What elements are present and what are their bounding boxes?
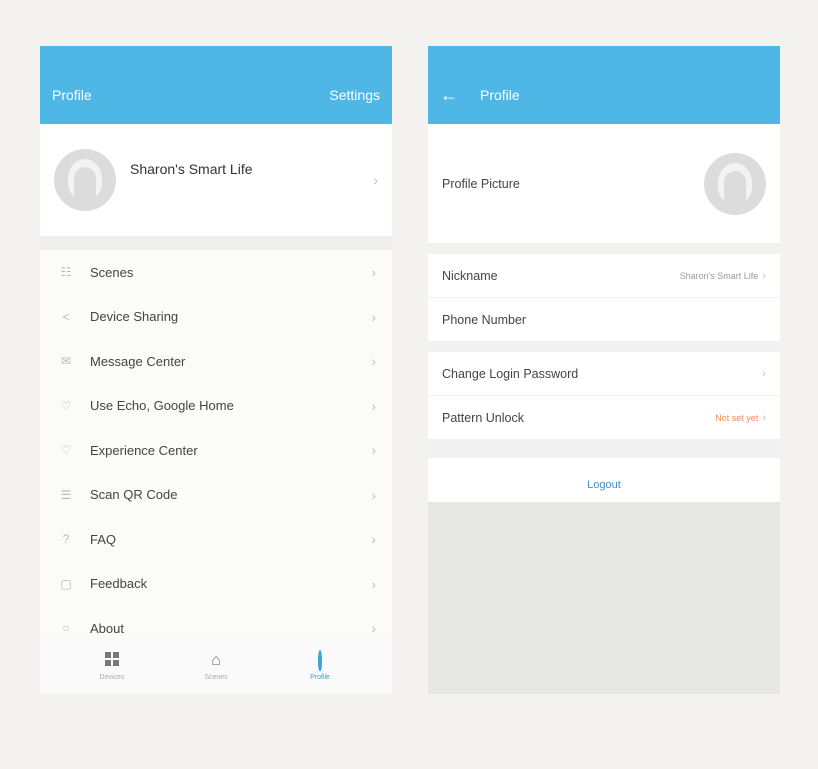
scan-icon: ☰ (60, 487, 72, 502)
row-label: Phone Number (442, 312, 527, 327)
row-label: Profile Picture (442, 176, 520, 191)
about-icon: ○ (62, 621, 70, 636)
chevron-right-icon: › (373, 172, 378, 188)
share-icon: < (62, 309, 70, 324)
chevron-right-icon: › (371, 397, 376, 414)
tab-label: Devices (99, 673, 125, 681)
chevron-right-icon: › (371, 531, 376, 548)
page-title: Profile (480, 87, 520, 103)
profile-screen: Profile Settings Sharon's Smart Life › ☷… (40, 46, 392, 694)
divider (428, 342, 780, 352)
menu-item-label: About (90, 620, 124, 636)
feedback-icon: ▢ (60, 576, 72, 591)
chevron-right-icon: › (371, 264, 376, 281)
tab-label: Scenes (204, 673, 228, 681)
menu-item-label: Feedback (90, 576, 148, 592)
chevron-right-icon: › (371, 353, 376, 370)
settings-button[interactable]: Settings (329, 87, 380, 103)
chevron-right-icon: › (762, 411, 766, 424)
chevron-right-icon: › (762, 367, 766, 380)
divider (428, 440, 780, 458)
row-label: Pattern Unlock (442, 410, 524, 425)
row-phone-number[interactable]: Phone Number (428, 298, 780, 342)
menu-item-label: Use Echo, Google Home (90, 398, 234, 414)
menu-item-label: Message Center (90, 353, 186, 369)
menu-item-message-center[interactable]: ✉ Message Center › (40, 339, 392, 384)
menu-item-label: Experience Center (90, 442, 198, 458)
row-pattern-unlock[interactable]: Pattern Unlock Not set yet › (428, 396, 780, 440)
menu-item-label: Device Sharing (90, 309, 179, 325)
chevron-right-icon: › (371, 620, 376, 637)
profile-card[interactable]: Sharon's Smart Life › (40, 124, 392, 236)
status-bar (428, 46, 780, 66)
menu-item-experience-center[interactable]: ♡ Experience Center › (40, 428, 392, 473)
row-label: Change Login Password (442, 366, 579, 381)
background-area (428, 502, 780, 694)
row-change-login-password[interactable]: Change Login Password › (428, 352, 780, 396)
scenes-icon: ☷ (60, 265, 72, 280)
avatar (704, 152, 766, 215)
chevron-right-icon: › (371, 442, 376, 459)
menu-item-device-sharing[interactable]: < Device Sharing › (40, 295, 392, 340)
menu-item-label: Scenes (90, 264, 134, 280)
menu-item-label: FAQ (90, 531, 117, 547)
back-arrow-icon[interactable]: ← (440, 86, 458, 104)
menu-item-faq[interactable]: ? FAQ › (40, 517, 392, 562)
faq-icon: ? (62, 532, 70, 547)
devices-icon (105, 651, 119, 670)
tab-devices[interactable]: Devices (77, 651, 147, 681)
menu-item-label: Scan QR Code (90, 487, 178, 503)
chevron-right-icon: › (371, 575, 376, 592)
status-bar (40, 46, 392, 66)
tab-label: Profile (310, 673, 330, 681)
row-profile-picture[interactable]: Profile Picture (428, 124, 780, 244)
chevron-right-icon: › (371, 308, 376, 325)
echo-icon: ♡ (60, 398, 72, 413)
page-title: Profile (52, 87, 92, 103)
menu-list: ☷ Scenes › < Device Sharing › ✉ Message … (40, 250, 392, 651)
row-label: Nickname (442, 268, 498, 283)
divider (40, 236, 392, 250)
chevron-right-icon: › (762, 269, 766, 282)
menu-item-use-echo[interactable]: ♡ Use Echo, Google Home › (40, 384, 392, 429)
menu-item-feedback[interactable]: ▢ Feedback › (40, 562, 392, 607)
home-icon: ⌂ (211, 651, 221, 669)
profile-detail-list: Profile Picture Nickname Sharon's Smart … (428, 124, 780, 440)
profile-name: Sharon's Smart Life (130, 161, 253, 177)
tab-bar: Devices ⌂ Scenes Profile (40, 638, 392, 694)
chevron-right-icon: › (371, 486, 376, 503)
experience-icon: ♡ (60, 443, 72, 458)
header-bar: Profile Settings (40, 46, 392, 124)
profile-icon (318, 649, 322, 671)
header-bar: ← Profile (428, 46, 780, 124)
tab-profile[interactable]: Profile (285, 649, 355, 681)
tab-scenes[interactable]: ⌂ Scenes (181, 652, 251, 681)
avatar (54, 149, 116, 211)
nickname-value: Sharon's Smart Life › (679, 269, 766, 282)
menu-item-scan-qr[interactable]: ☰ Scan QR Code › (40, 473, 392, 518)
divider (428, 244, 780, 254)
profile-detail-screen: ← Profile Profile Picture Nickname Sharo… (428, 46, 780, 694)
menu-item-scenes[interactable]: ☷ Scenes › (40, 250, 392, 295)
message-icon: ✉ (60, 354, 72, 369)
pattern-unlock-value: Not set yet › (715, 411, 766, 424)
row-nickname[interactable]: Nickname Sharon's Smart Life › (428, 254, 780, 298)
